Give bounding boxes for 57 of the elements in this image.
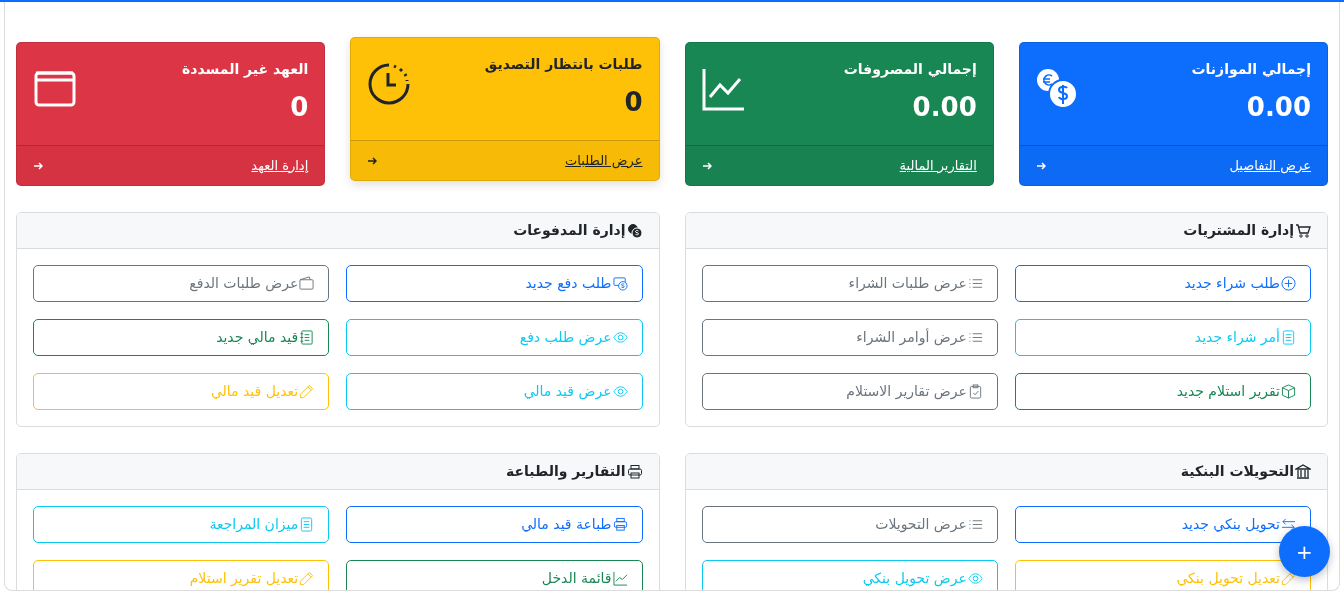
action-button[interactable]: قيد مالي جديد <box>33 319 330 356</box>
panel-title: التحويلات البنكية <box>1180 462 1294 482</box>
action-button[interactable]: عرض طلبات الدفع <box>33 265 330 302</box>
action-button[interactable]: طلب شراء جديد <box>1014 265 1311 302</box>
list-icon <box>967 276 983 291</box>
list-icon <box>967 517 983 532</box>
arrow-icon <box>33 160 43 171</box>
card-value: 0.00 <box>911 91 977 124</box>
card-link[interactable]: عرض الطلبات <box>565 150 643 171</box>
eye-icon <box>612 384 628 399</box>
eye-icon <box>612 330 628 345</box>
action-button[interactable]: عرض طلبات الشراء <box>701 265 998 302</box>
card-link[interactable]: عرض التفاصيل <box>1229 155 1311 176</box>
plus-circle-icon <box>1281 276 1296 291</box>
printer-icon <box>612 517 628 532</box>
box-icon <box>1281 384 1296 399</box>
card-value: 0.00 <box>1245 91 1311 124</box>
action-button[interactable]: طباعة قيد مالي <box>346 506 643 543</box>
panel-title: إدارة المدفوعات <box>513 221 626 241</box>
card-title: طلبات بانتظار التصديق <box>484 55 643 75</box>
eye-icon <box>967 571 983 586</box>
action-button[interactable]: عرض أوامر الشراء <box>701 319 998 356</box>
pencil-icon <box>299 384 315 399</box>
action-button[interactable]: عرض تقارير الاستلام <box>701 373 998 410</box>
arrow-icon <box>701 160 712 171</box>
printer-icon <box>626 463 643 480</box>
document-icon <box>299 517 315 532</box>
card-value: 0 <box>289 91 309 124</box>
cart-icon <box>1295 222 1311 239</box>
pencil-icon <box>1281 571 1296 586</box>
action-button[interactable]: عرض التحويلات <box>701 506 998 543</box>
action-button[interactable]: قائمة الدخل <box>346 560 643 590</box>
card-link[interactable]: التقارير المالية <box>899 155 977 176</box>
cash-coin-icon <box>612 276 628 291</box>
clock-icon <box>367 62 412 106</box>
bank-icon <box>1295 463 1311 480</box>
pencil-icon <box>299 571 315 586</box>
wallet-icon <box>299 276 315 291</box>
action-button[interactable]: تقرير استلام جديد <box>1014 373 1311 410</box>
panel-title: التقارير والطباعة <box>506 462 626 482</box>
card-title: إجمالي الموازنات <box>1191 60 1311 80</box>
clipboard-check-icon <box>967 384 983 399</box>
card-title: إجمالي المصروفات <box>843 60 977 80</box>
list-icon <box>967 330 983 345</box>
document-icon <box>1281 330 1296 345</box>
card-link[interactable]: إدارة العهد <box>251 155 309 176</box>
panel-title: إدارة المشتريات <box>1183 221 1294 241</box>
arrow-icon <box>367 155 378 166</box>
card-value: 0 <box>623 86 643 119</box>
action-button[interactable]: طلب دفع جديد <box>346 265 643 302</box>
action-button[interactable]: تحويل بنكي جديد <box>1014 506 1311 543</box>
card-title: العهد غير المسددة <box>182 60 309 80</box>
line-chart-icon <box>701 67 746 111</box>
journal-icon <box>299 330 315 345</box>
coins-icon <box>626 222 643 239</box>
graph-icon <box>612 571 628 586</box>
arrow-icon <box>1035 160 1046 171</box>
